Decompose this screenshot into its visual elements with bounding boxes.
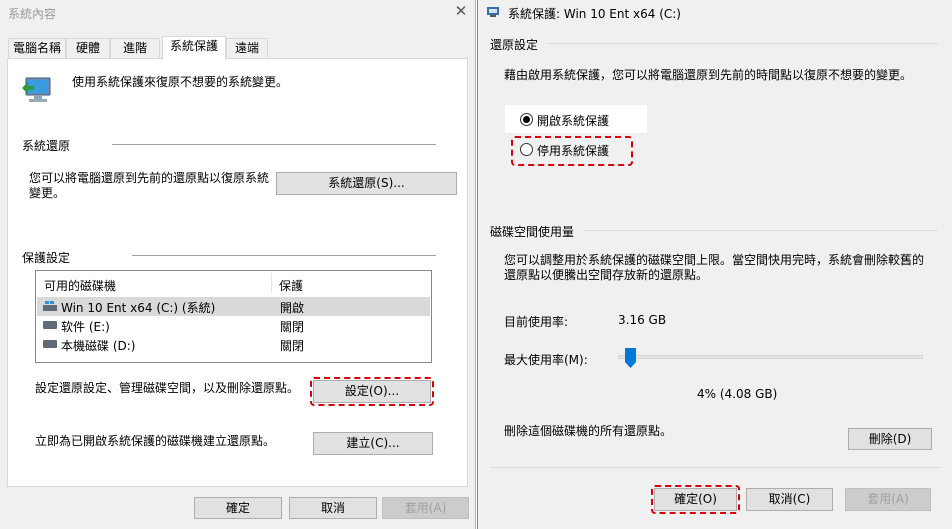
column-separator (271, 273, 272, 293)
drive-name: 本機磁碟 (D:) (61, 339, 136, 353)
configure-text: 設定還原設定、管理磁碟空間，以及刪除還原點。 (35, 381, 300, 395)
delete-restore-points-text: 刪除這個磁碟機的所有還原點。 (504, 424, 673, 438)
intro-text: 使用系統保護來復原不想要的系統變更。 (72, 75, 289, 89)
system-protection-icon (20, 72, 56, 106)
radio-selected-dot (523, 116, 530, 123)
section-divider (585, 230, 938, 231)
apply-button[interactable]: 套用(A) (382, 497, 469, 519)
cancel-button[interactable]: 取消 (289, 497, 377, 519)
drive-list[interactable]: 可用的磁碟機 保護 Win 10 Ent x64 (C:) (系統) 開啟 软件… (35, 270, 432, 363)
section-divider (132, 255, 436, 256)
drive-row[interactable]: 本機磁碟 (D:) 關閉 (37, 335, 430, 354)
disk-usage-heading: 磁碟空間使用量 (490, 225, 575, 239)
dialog-title: 系統保護: Win 10 Ent x64 (C:) (508, 7, 681, 21)
tab-advanced[interactable]: 進階 (110, 38, 160, 58)
restore-settings-description: 藉由啟用系統保護，您可以將電腦還原到先前的時間點以復原不想要的變更。 (504, 68, 913, 82)
system-drive-icon (42, 300, 58, 312)
max-usage-value: 4% (4.08 GB) (697, 387, 778, 401)
tab-system-protection[interactable]: 系統保護 (162, 36, 226, 60)
drive-protection-status: 關閉 (280, 320, 305, 334)
highlight-marker (310, 377, 434, 406)
window-icon (486, 6, 500, 18)
footer-divider (490, 467, 940, 468)
ok-button[interactable]: 確定 (194, 497, 282, 519)
restore-heading: 系統還原 (22, 139, 71, 153)
drive-row[interactable]: Win 10 Ent x64 (C:) (系統) 開啟 (37, 297, 430, 316)
tab-remote[interactable]: 遠端 (226, 38, 268, 58)
max-usage-slider-track[interactable] (618, 355, 923, 359)
current-usage-value: 3.16 GB (618, 313, 667, 327)
drive-protection-status: 關閉 (280, 339, 305, 353)
cancel-button[interactable]: 取消(C) (746, 488, 833, 511)
delete-button[interactable]: 刪除(D) (848, 428, 932, 450)
disk-usage-description-line2: 還原點以便騰出空間存放新的還原點。 (504, 268, 709, 282)
max-usage-label: 最大使用率(M): (504, 353, 588, 367)
radio-enable-protection[interactable] (520, 113, 533, 126)
section-divider (112, 144, 436, 145)
close-icon[interactable]: ✕ (452, 2, 470, 20)
section-divider (548, 43, 938, 44)
highlight-marker (511, 136, 633, 166)
protection-heading: 保護設定 (22, 251, 71, 265)
highlight-marker (651, 485, 740, 514)
drive-icon (43, 340, 57, 348)
column-header-protection[interactable]: 保護 (279, 277, 303, 294)
tab-hardware[interactable]: 硬體 (66, 38, 110, 58)
drive-row[interactable]: 软件 (E:) 關閉 (37, 316, 430, 335)
drive-name: Win 10 Ent x64 (C:) (系統) (61, 301, 216, 315)
create-text: 立即為已開啟系統保護的磁碟機建立還原點。 (35, 434, 276, 448)
drive-name: 软件 (E:) (61, 320, 110, 334)
restore-settings-heading: 還原設定 (490, 38, 539, 52)
current-usage-label: 目前使用率: (504, 315, 569, 329)
apply-button[interactable]: 套用(A) (845, 488, 931, 511)
column-header-drives[interactable]: 可用的磁碟機 (44, 277, 116, 294)
drive-icon (43, 321, 57, 329)
window-title: 系統內容 (8, 7, 57, 21)
system-properties-window: 系統內容 ✕ 電腦名稱 硬體 進階 系統保護 遠端 使用系統保護來復原不想要的系… (0, 0, 476, 529)
create-button[interactable]: 建立(C)... (313, 432, 433, 455)
drive-protection-status: 開啟 (280, 301, 305, 315)
enable-protection-label[interactable]: 開啟系統保護 (537, 112, 609, 129)
restore-description-line2: 變更。 (29, 186, 66, 200)
tab-computer-name[interactable]: 電腦名稱 (8, 38, 66, 58)
system-restore-button[interactable]: 系統還原(S)... (276, 172, 457, 195)
